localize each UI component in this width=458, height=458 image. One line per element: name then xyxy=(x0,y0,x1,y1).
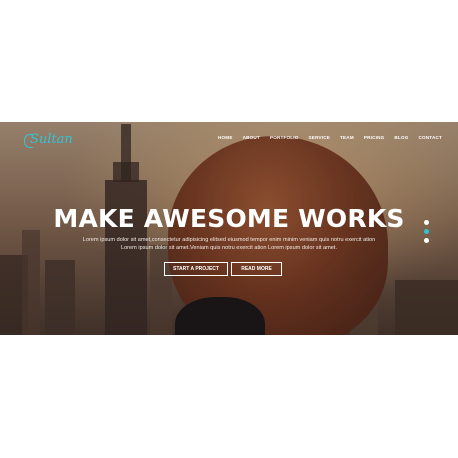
nav-item-service[interactable]: SERVICE xyxy=(309,135,330,140)
slider-dot-1[interactable] xyxy=(424,220,429,225)
nav-item-home[interactable]: HOME xyxy=(218,135,233,140)
nav-item-blog[interactable]: BLOG xyxy=(394,135,408,140)
slider-dot-2-active[interactable] xyxy=(424,229,429,234)
nav-item-team[interactable]: TEAM xyxy=(340,135,354,140)
read-more-button[interactable]: READ MORE xyxy=(231,262,282,276)
main-nav: HOME ABOUT PORTFOLIO SERVICE TEAM PRICIN… xyxy=(218,135,452,140)
nav-item-pricing[interactable]: PRICING xyxy=(364,135,385,140)
hero-subtitle-line-2: Lorem ipsum dolor sit amet.Veniam quis n… xyxy=(120,245,338,251)
hero-subtitle-line-1: Lorem ipsum dolor sit amet,consectetur a… xyxy=(82,237,376,243)
nav-item-about[interactable]: ABOUT xyxy=(243,135,260,140)
nav-item-portfolio[interactable]: PORTFOLIO xyxy=(270,135,299,140)
site-logo[interactable]: Sultan xyxy=(30,132,73,147)
nav-item-contact[interactable]: CONTACT xyxy=(418,135,442,140)
start-project-button[interactable]: START A PROJECT xyxy=(164,262,228,276)
hero-title: MAKE AWESOME WORKS xyxy=(53,204,405,233)
slider-dot-3[interactable] xyxy=(424,238,429,243)
